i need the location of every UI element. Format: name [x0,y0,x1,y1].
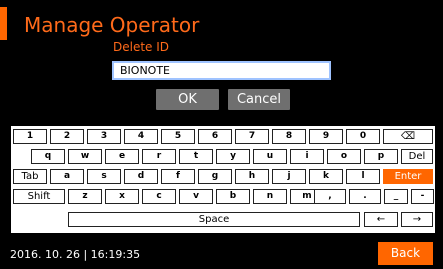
key-n[interactable]: n [253,189,287,204]
key-k[interactable]: k [309,169,343,184]
key-g[interactable]: g [198,169,232,184]
key-8[interactable]: 8 [272,129,306,144]
key-e[interactable]: e [105,149,139,164]
key-c[interactable]: c [142,189,176,204]
field-label: Delete ID [113,40,170,54]
key-z[interactable]: z [68,189,102,204]
arrow-left-key[interactable]: ← [364,212,398,227]
key-3[interactable]: 3 [87,129,121,144]
key-x[interactable]: x [105,189,139,204]
page-title: Manage Operator [24,13,200,37]
key-s[interactable]: s [87,169,121,184]
key-i[interactable]: i [290,149,324,164]
key-5[interactable]: 5 [161,129,195,144]
backspace-key[interactable]: ⌫ [383,129,433,144]
tab-key[interactable]: Tab [13,169,47,184]
key-p[interactable]: p [364,149,398,164]
key-v[interactable]: v [179,189,213,204]
id-input[interactable]: BIONOTE [112,61,331,80]
shift-key[interactable]: Shift [13,189,65,204]
datetime-display: 2016. 10. 26 | 16:19:35 [10,248,141,261]
key-q[interactable]: q [31,149,65,164]
key-h[interactable]: h [235,169,269,184]
ok-button[interactable]: OK [156,89,219,110]
key-2[interactable]: 2 [50,129,84,144]
key-o[interactable]: o [327,149,361,164]
delete-key[interactable]: Del [401,149,433,164]
key-4[interactable]: 4 [124,129,158,144]
key-9[interactable]: 9 [309,129,343,144]
key-t[interactable]: t [179,149,213,164]
key-u[interactable]: u [253,149,287,164]
key-b[interactable]: b [216,189,250,204]
enter-key[interactable]: Enter [383,169,433,184]
key-comma[interactable]: , [314,189,346,204]
key-period[interactable]: . [349,189,381,204]
key-7[interactable]: 7 [235,129,269,144]
key-hyphen[interactable]: - [411,189,434,204]
space-key[interactable]: Space [68,212,360,227]
key-r[interactable]: r [142,149,176,164]
key-1[interactable]: 1 [13,129,47,144]
key-w[interactable]: w [68,149,102,164]
key-y[interactable]: y [216,149,250,164]
key-j[interactable]: j [272,169,306,184]
key-underscore[interactable]: _ [384,189,408,204]
key-f[interactable]: f [161,169,195,184]
on-screen-keyboard: 1 2 3 4 5 6 7 8 9 0 ⌫ q w e r t y u i o … [11,126,435,233]
key-6[interactable]: 6 [198,129,232,144]
back-button[interactable]: Back [378,242,433,265]
arrow-right-key[interactable]: → [401,212,433,227]
key-l[interactable]: l [346,169,380,184]
title-accent-bar [0,7,7,40]
key-d[interactable]: d [124,169,158,184]
key-a[interactable]: a [50,169,84,184]
cancel-button[interactable]: Cancel [228,89,290,110]
key-0[interactable]: 0 [346,129,380,144]
